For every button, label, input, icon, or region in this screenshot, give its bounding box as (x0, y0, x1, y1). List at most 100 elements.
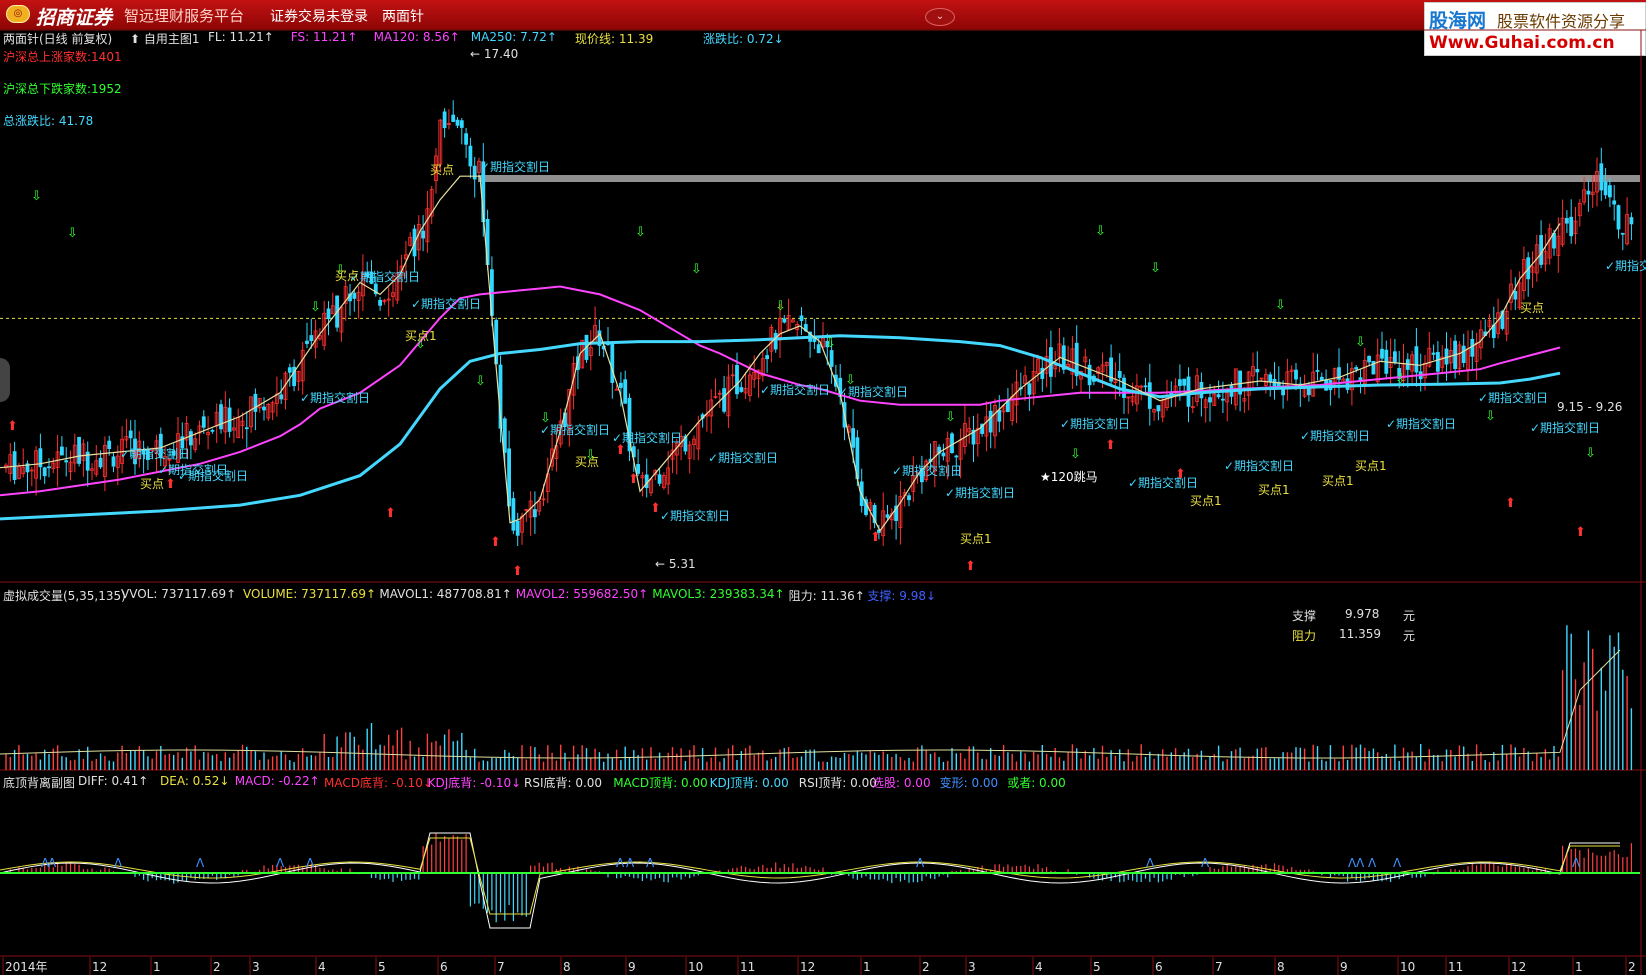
time-axis-label: 9 (1340, 960, 1348, 974)
time-axis-label: 3 (252, 960, 260, 974)
macd-bars (5, 833, 1633, 923)
sell-arrow-icon: ⇩ (1585, 446, 1596, 461)
resistance-value: 11.359 (1339, 627, 1381, 641)
candle-body (954, 455, 959, 458)
indicator-value: 或者: 0.00 (1007, 776, 1066, 790)
candle-body (623, 379, 628, 404)
candle-body (1367, 355, 1371, 363)
sell-arrow-icon: ⇩ (1095, 224, 1106, 239)
sell-arrow-icon: ⇩ (475, 374, 486, 389)
candle-body (782, 318, 787, 323)
expiry-label: ✓期指交割日 (120, 446, 190, 461)
candle-body (1586, 190, 1591, 195)
expiry-label: ✓期指交割日 (1386, 416, 1456, 431)
candle-body (885, 514, 890, 518)
time-axis-label: 6 (440, 960, 448, 974)
indicator-value: MAVOL2: 559682.50↑ (515, 587, 649, 601)
candle-body (657, 474, 662, 484)
resistance-band (478, 175, 1640, 182)
template-selector: ⬆ 自用主图1 (130, 32, 200, 46)
indicator-value: RSI底背: 0.00 (524, 776, 603, 790)
time-axis-label: 1 (863, 960, 871, 974)
time-axis-label: 2 (213, 960, 221, 974)
candle-body (515, 520, 520, 536)
candle-body (765, 355, 769, 360)
candle-body (421, 230, 426, 239)
indicator-value: RSI顶背: 0.00 (798, 776, 877, 790)
sell-arrow-icon: ⇩ (1150, 261, 1161, 276)
candle-body (378, 299, 383, 306)
indicator-value: DIFF: 0.41↑ (78, 774, 149, 788)
expiry-label: ✓期指交割日 (945, 485, 1015, 500)
candle-body (64, 460, 69, 463)
time-axis-label: 12 (800, 960, 815, 974)
indicator-value: MA120: 8.56↑ (373, 30, 460, 44)
candle-body (619, 382, 623, 388)
indicator-value: MAVOL1: 487708.81↑ (379, 587, 512, 601)
time-axis-label: 2014年 (5, 960, 48, 974)
main-panel-title: 两面针(日线 前复权) (3, 32, 113, 46)
stock-chart[interactable]: ⇩⇩⇩⇩⇩⇩⇩⇩⇩⇩⇩⇩⇩⇩⇩⇩⇩⇩⇩⇩⇩⇩⬆⬆⬆⬆⬆⬆⬆⬆⬆⬆⬆⬆⬆⬆⬆✓期指… (0, 0, 1646, 975)
buy-arrow-icon: ⬆ (7, 419, 18, 434)
expiry-label: ✓期指交割日 (300, 390, 370, 405)
expiry-label: ✓期指交割日 (1128, 475, 1198, 490)
volume-panel-title: 虚拟成交量(5,35,135) (3, 589, 126, 603)
candle-body (1565, 218, 1569, 224)
candle-body (511, 498, 516, 531)
sell-arrow-icon: ⇩ (31, 189, 42, 204)
time-axis-label: 9 (628, 960, 636, 974)
candle-body (816, 344, 821, 354)
candle-body (1444, 348, 1449, 365)
resistance-unit: 元 (1403, 629, 1416, 643)
time-axis-label: 3 (968, 960, 976, 974)
market-stat: 总涨跌比: 41.78 (3, 114, 94, 128)
divergence-signal-icon: Λ (114, 856, 123, 870)
candle-body (1608, 185, 1612, 198)
buy-arrow-icon: ⬆ (870, 530, 881, 545)
candle-body (997, 409, 1002, 422)
candle-body (1178, 379, 1182, 386)
expiry-label: ✓期指交割日 (480, 159, 550, 174)
indicator-value: KDJ底背: -0.10↓ (427, 776, 522, 790)
candle-body (1461, 345, 1466, 363)
candle-body (201, 416, 206, 428)
indicator-value: MACD底背: -0.10↓ (324, 776, 433, 790)
low-price-label: ← 5.31 (655, 557, 696, 571)
divergence-signal-icon: Λ (616, 856, 625, 870)
candle-body (1294, 369, 1298, 380)
expiry-label: ✓期指交割日 (838, 384, 908, 399)
candle-body (1117, 371, 1122, 378)
sell-arrow-icon: ⇩ (1070, 447, 1081, 462)
candle-body (1539, 235, 1543, 265)
divergence-signal-icon: Λ (626, 856, 635, 870)
divergence-signal-icon: Λ (1393, 856, 1402, 870)
price-range-label: 9.15 - 9.26 (1557, 400, 1622, 414)
candle-body (722, 388, 726, 412)
sell-arrow-icon: ⇩ (1355, 335, 1366, 350)
time-axis-label: 10 (1400, 960, 1415, 974)
indicator-value: FL: 11.21↑ (208, 30, 274, 44)
candle-body (468, 145, 473, 167)
sell-arrow-icon: ⇩ (67, 226, 78, 241)
candle-body (1612, 200, 1617, 205)
support-unit: 元 (1403, 609, 1416, 623)
divergence-signal-icon: Λ (196, 856, 205, 870)
candle-body (610, 342, 615, 383)
candle-body (1255, 368, 1260, 373)
sell-arrow-icon: ⇩ (945, 410, 956, 425)
buy-label: 买点 (1520, 301, 1544, 315)
candle-body (735, 365, 739, 395)
candle-body (1436, 352, 1440, 372)
divergence-signal-icon: Λ (646, 856, 655, 870)
candle-body (455, 119, 460, 126)
candle-body (1414, 346, 1419, 373)
dea-line (0, 837, 1620, 915)
indicator-value: MACD顶背: 0.00 (613, 776, 708, 790)
buy1-label: 买点1 (1258, 483, 1290, 497)
candle-body (188, 431, 193, 446)
expiry-label: ✓期指交割日 (1605, 258, 1646, 273)
buy-arrow-icon: ⬆ (490, 535, 501, 550)
buy1-label: 买点1 (1355, 459, 1387, 473)
time-axis-label: 4 (1035, 960, 1043, 974)
candle-body (1393, 351, 1397, 363)
